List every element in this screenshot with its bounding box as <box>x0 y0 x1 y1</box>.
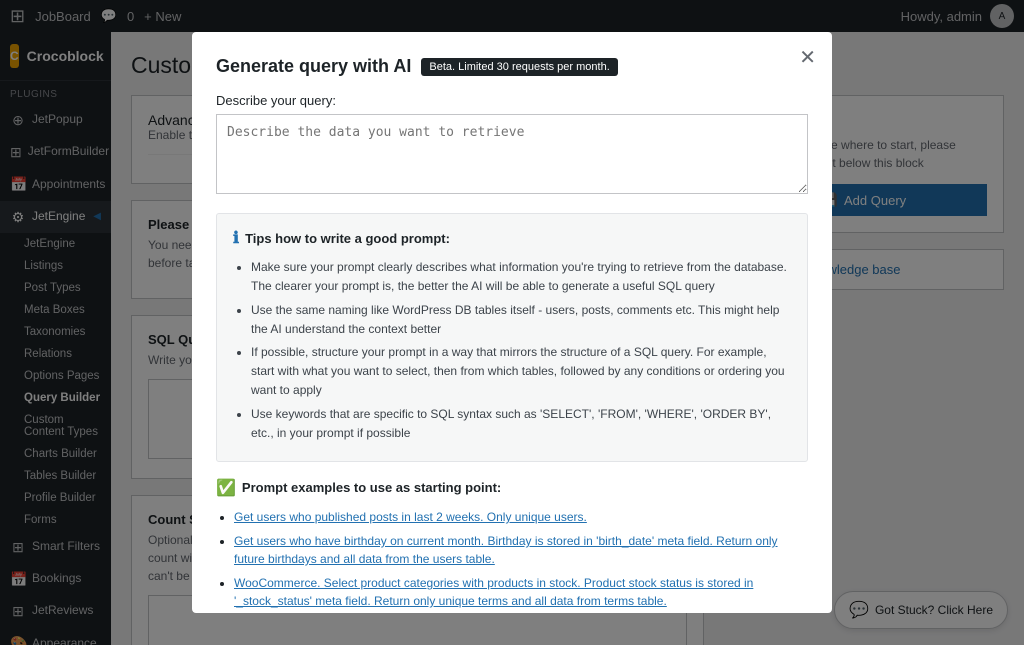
modal-badge: Beta. Limited 30 requests per month. <box>421 58 617 76</box>
example-2[interactable]: Get users who have birthday on current m… <box>234 532 808 568</box>
example-link-1[interactable]: Get users who published posts in last 2 … <box>234 510 587 524</box>
tip-3: If possible, structure your prompt in a … <box>251 343 791 401</box>
tip-4: Use keywords that are specific to SQL sy… <box>251 405 791 443</box>
describe-label: Describe your query: <box>216 93 808 108</box>
examples-box: ✅ Prompt examples to use as starting poi… <box>216 478 808 613</box>
tip-2: Use the same naming like WordPress DB ta… <box>251 301 791 339</box>
modal-title: Generate query with AI <box>216 56 411 77</box>
examples-list: Get users who published posts in last 2 … <box>216 508 808 613</box>
example-1[interactable]: Get users who published posts in last 2 … <box>234 508 808 526</box>
modal-overlay[interactable]: Generate query with AI Beta. Limited 30 … <box>0 0 1024 645</box>
tips-icon: ℹ <box>233 228 239 248</box>
tips-list: Make sure your prompt clearly describes … <box>233 258 791 443</box>
example-link-3[interactable]: WooCommerce. Select product categories w… <box>234 576 753 608</box>
generate-ai-modal: Generate query with AI Beta. Limited 30 … <box>192 32 832 613</box>
tips-box: ℹ Tips how to write a good prompt: Make … <box>216 213 808 462</box>
tips-title: Tips how to write a good prompt: <box>245 231 450 246</box>
examples-check-icon: ✅ <box>216 478 236 498</box>
example-link-2[interactable]: Get users who have birthday on current m… <box>234 534 778 566</box>
tip-1: Make sure your prompt clearly describes … <box>251 258 791 296</box>
modal-close-button[interactable]: ✕ <box>799 48 816 68</box>
examples-title: Prompt examples to use as starting point… <box>242 480 501 495</box>
describe-textarea[interactable] <box>216 114 808 194</box>
example-3[interactable]: WooCommerce. Select product categories w… <box>234 574 808 610</box>
